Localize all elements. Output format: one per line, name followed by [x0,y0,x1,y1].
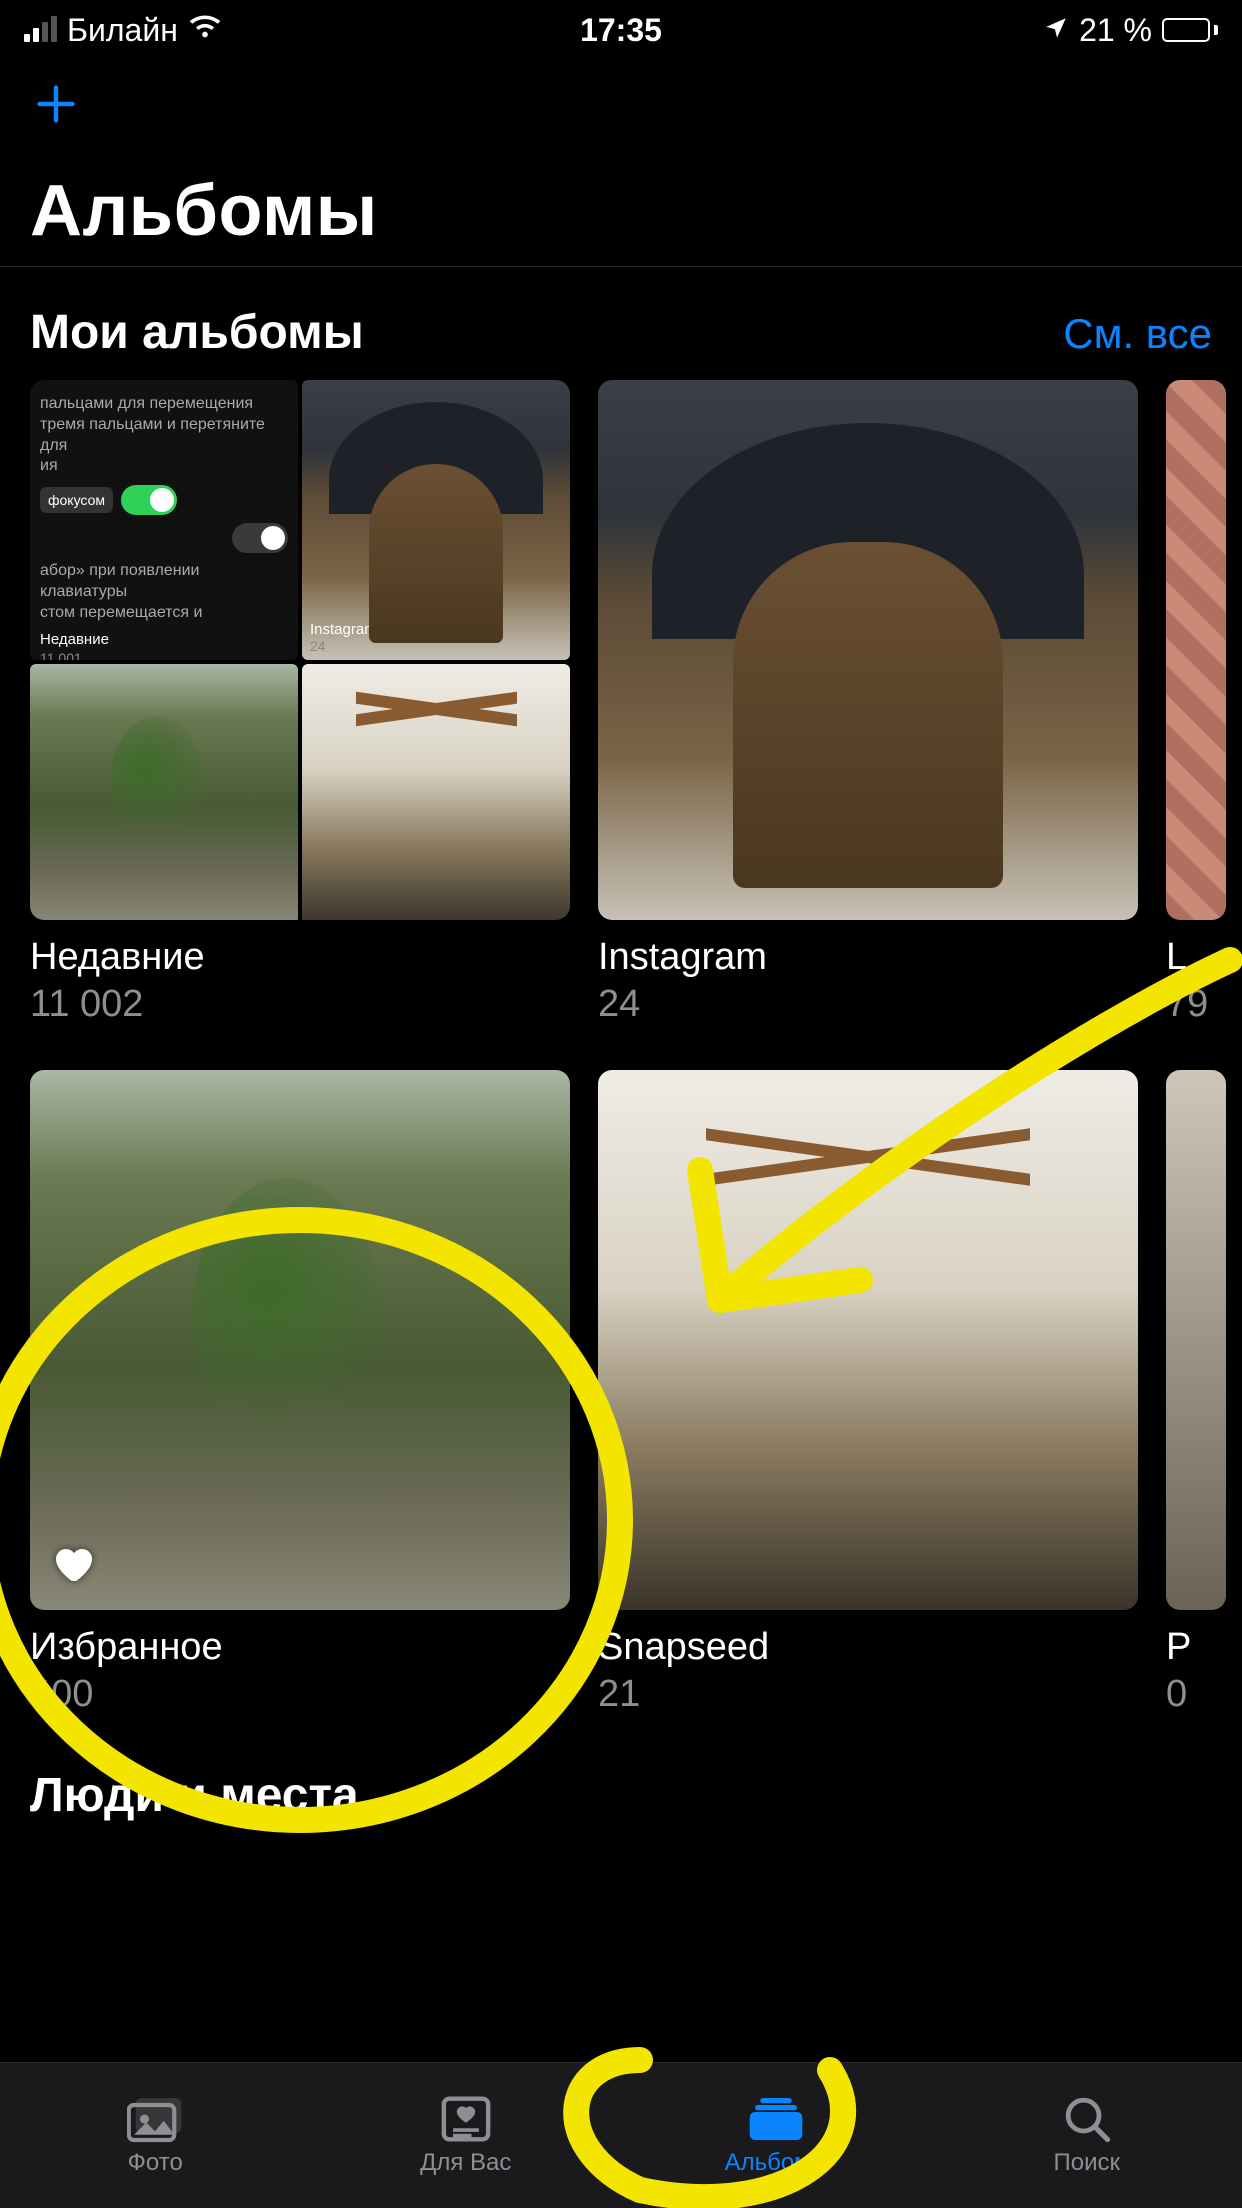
tab-bar: Фото Для Вас Альбомы Поиск [0,2062,1242,2208]
battery-percentage: 21 % [1079,12,1152,49]
album-name: Избранное [30,1626,570,1669]
album-partial-1[interactable]: L 79 [1166,380,1226,1026]
wifi-icon [188,9,222,51]
battery-icon [1162,18,1218,42]
location-icon [1043,12,1069,49]
tab-label: Для Вас [420,2149,511,2177]
section-title: Мои альбомы [30,305,364,360]
album-thumbnail: пальцами для перемещения тремя пальцами … [30,380,570,920]
album-count: 11 002 [30,983,570,1026]
album-thumbnail [598,1070,1138,1610]
tab-albums[interactable]: Альбомы [621,2063,932,2208]
page-title: Альбомы [0,140,1242,266]
album-partial-2[interactable]: P 0 [1166,1070,1226,1716]
for-you-icon [438,2095,494,2143]
clock: 17:35 [580,12,662,49]
photos-icon [127,2095,183,2143]
heart-icon [48,1539,96,1592]
album-recents[interactable]: пальцами для перемещения тремя пальцами … [30,380,570,1026]
mini-text: пальцами для перемещения [40,394,288,415]
tab-label: Поиск [1053,2149,1120,2177]
see-all-link[interactable]: См. все [1063,310,1212,358]
album-thumbnail [1166,1070,1226,1610]
tab-search[interactable]: Поиск [932,2063,1242,2208]
section-header-people-places: Люди и места [0,1716,1242,1833]
album-name: L [1166,936,1226,979]
mini-sub: 11 001 [40,649,288,660]
album-instagram[interactable]: Instagram 24 [598,380,1138,1026]
divider [0,266,1242,267]
collage-tile-settings: пальцами для перемещения тремя пальцами … [30,380,298,660]
add-album-button[interactable] [30,78,82,130]
albums-row-2: Избранное 400 Snapseed 21 P 0 [0,1070,1242,1716]
album-name: Snapseed [598,1626,1138,1669]
mini-sub: 24 [310,638,377,654]
tab-photos[interactable]: Фото [0,2063,311,2208]
album-count: 21 [598,1673,1138,1716]
album-thumbnail [598,380,1138,920]
album-count: 79 [1166,983,1226,1026]
album-thumbnail [1166,380,1226,920]
mini-caption: Instagram [310,621,377,638]
albums-row-1: пальцами для перемещения тремя пальцами … [0,380,1242,1026]
album-thumbnail [30,1070,570,1610]
plus-icon [34,82,78,126]
search-icon [1059,2095,1115,2143]
nav-bar [0,60,1242,140]
cellular-signal-icon [24,18,57,42]
tab-label: Альбомы [725,2149,828,2177]
tab-label: Фото [128,2149,183,2177]
carrier-label: Билайн [67,12,178,49]
album-name: P [1166,1626,1226,1669]
collage-tile-garden [30,664,298,920]
album-count: 0 [1166,1673,1226,1716]
mini-text: ия [40,456,288,477]
albums-icon [748,2095,804,2143]
album-favourites[interactable]: Избранное 400 [30,1070,570,1716]
collage-tile-workshop [302,664,570,920]
album-name: Недавние [30,936,570,979]
status-right: 21 % [1043,12,1218,49]
mini-text: тремя пальцами и перетяните для [40,415,288,457]
tab-for-you[interactable]: Для Вас [311,2063,622,2208]
mini-text: абор» при появлении клавиатуры [40,561,288,603]
section-header-my-albums: Мои альбомы См. все [0,291,1242,380]
mini-text: стом перемещается и [40,603,288,624]
collage-tile-door: Instagram 24 [302,380,570,660]
album-count: 400 [30,1673,570,1716]
toggle-on-icon [121,485,177,515]
album-snapseed[interactable]: Snapseed 21 [598,1070,1138,1716]
section-title: Люди и места [30,1768,1212,1823]
mini-pill: фокусом [40,487,113,513]
status-left: Билайн [24,9,222,51]
album-name: Instagram [598,936,1138,979]
mini-caption: Недавние [40,630,288,650]
toggle-off-icon [232,523,288,553]
album-count: 24 [598,983,1138,1026]
status-bar: Билайн 17:35 21 % [0,0,1242,60]
